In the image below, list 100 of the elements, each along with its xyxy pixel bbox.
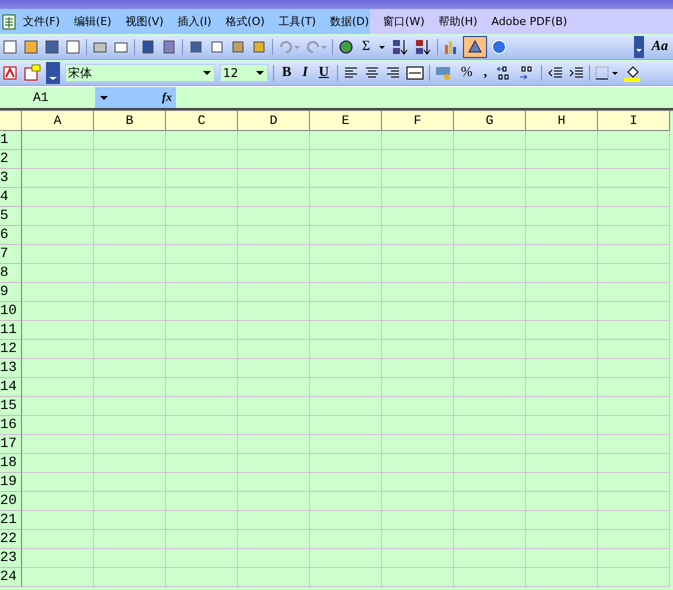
table-cell[interactable] [166, 549, 238, 568]
table-cell[interactable] [94, 188, 166, 207]
table-cell[interactable] [22, 169, 94, 188]
table-cell[interactable] [94, 150, 166, 169]
percent-button[interactable]: % [458, 65, 476, 81]
row-header[interactable]: 1 [0, 131, 22, 150]
table-cell[interactable] [526, 188, 598, 207]
table-cell[interactable] [382, 207, 454, 226]
table-cell[interactable] [598, 511, 670, 530]
table-cell[interactable] [166, 245, 238, 264]
table-cell[interactable] [94, 549, 166, 568]
table-cell[interactable] [526, 131, 598, 150]
table-cell[interactable] [382, 283, 454, 302]
table-cell[interactable] [310, 397, 382, 416]
italic-button[interactable]: I [299, 65, 311, 81]
table-cell[interactable] [310, 321, 382, 340]
table-cell[interactable] [238, 549, 310, 568]
table-cell[interactable] [94, 378, 166, 397]
table-cell[interactable] [94, 226, 166, 245]
table-cell[interactable] [598, 397, 670, 416]
table-cell[interactable] [598, 207, 670, 226]
table-cell[interactable] [238, 150, 310, 169]
table-cell[interactable] [598, 169, 670, 188]
column-header[interactable]: H [526, 111, 598, 131]
table-cell[interactable] [382, 131, 454, 150]
table-cell[interactable] [526, 454, 598, 473]
table-cell[interactable] [166, 226, 238, 245]
table-cell[interactable] [22, 359, 94, 378]
table-cell[interactable] [238, 473, 310, 492]
table-cell[interactable] [166, 169, 238, 188]
table-cell[interactable] [598, 568, 670, 587]
column-header[interactable]: B [94, 111, 166, 131]
caret-icon[interactable] [202, 69, 212, 77]
table-cell[interactable] [454, 283, 526, 302]
row-header[interactable]: 12 [0, 340, 22, 359]
row-header[interactable]: 19 [0, 473, 22, 492]
table-cell[interactable] [94, 435, 166, 454]
table-cell[interactable] [526, 511, 598, 530]
underline-button[interactable]: U [316, 65, 332, 81]
table-cell[interactable] [166, 302, 238, 321]
table-cell[interactable] [238, 511, 310, 530]
bold-button[interactable]: B [279, 65, 294, 81]
pdf-comment-icon[interactable] [23, 64, 41, 82]
table-cell[interactable] [382, 188, 454, 207]
table-cell[interactable] [238, 397, 310, 416]
table-cell[interactable] [238, 435, 310, 454]
table-cell[interactable] [598, 454, 670, 473]
table-cell[interactable] [454, 169, 526, 188]
sort-descending-icon[interactable] [414, 38, 432, 56]
menu-item[interactable]: 文件(F) [16, 14, 67, 29]
table-cell[interactable] [526, 549, 598, 568]
table-cell[interactable] [22, 473, 94, 492]
table-cell[interactable] [22, 530, 94, 549]
table-cell[interactable] [454, 302, 526, 321]
table-cell[interactable] [94, 283, 166, 302]
table-cell[interactable] [526, 150, 598, 169]
table-cell[interactable] [94, 359, 166, 378]
table-cell[interactable] [238, 340, 310, 359]
row-header[interactable]: 9 [0, 283, 22, 302]
table-cell[interactable] [238, 416, 310, 435]
menu-item[interactable]: Adobe PDF(B) [484, 15, 574, 28]
row-header[interactable]: 8 [0, 264, 22, 283]
table-cell[interactable] [22, 549, 94, 568]
table-cell[interactable] [526, 416, 598, 435]
table-cell[interactable] [454, 530, 526, 549]
table-cell[interactable] [94, 397, 166, 416]
table-cell[interactable] [382, 416, 454, 435]
table-cell[interactable] [22, 340, 94, 359]
table-cell[interactable] [382, 359, 454, 378]
table-cell[interactable] [382, 568, 454, 587]
table-cell[interactable] [454, 264, 526, 283]
row-header[interactable]: 2 [0, 150, 22, 169]
row-header[interactable]: 13 [0, 359, 22, 378]
table-cell[interactable] [94, 245, 166, 264]
table-cell[interactable] [166, 435, 238, 454]
table-cell[interactable] [382, 492, 454, 511]
undo-icon[interactable] [278, 39, 300, 55]
table-cell[interactable] [526, 283, 598, 302]
table-cell[interactable] [382, 321, 454, 340]
table-cell[interactable] [598, 321, 670, 340]
table-cell[interactable] [238, 226, 310, 245]
menu-item[interactable]: 工具(T) [272, 14, 323, 29]
table-cell[interactable] [166, 131, 238, 150]
table-cell[interactable] [382, 150, 454, 169]
table-cell[interactable] [310, 340, 382, 359]
drawing-icon[interactable] [464, 37, 486, 57]
table-cell[interactable] [22, 492, 94, 511]
table-cell[interactable] [310, 549, 382, 568]
menu-item[interactable]: 视图(V) [118, 14, 171, 29]
table-cell[interactable] [166, 188, 238, 207]
toolbar-options-icon[interactable] [634, 36, 644, 58]
table-cell[interactable] [598, 492, 670, 511]
table-cell[interactable] [238, 131, 310, 150]
row-header[interactable]: 15 [0, 397, 22, 416]
table-cell[interactable] [94, 169, 166, 188]
table-cell[interactable] [310, 245, 382, 264]
table-cell[interactable] [382, 397, 454, 416]
table-cell[interactable] [238, 530, 310, 549]
table-cell[interactable] [382, 549, 454, 568]
table-cell[interactable] [598, 359, 670, 378]
